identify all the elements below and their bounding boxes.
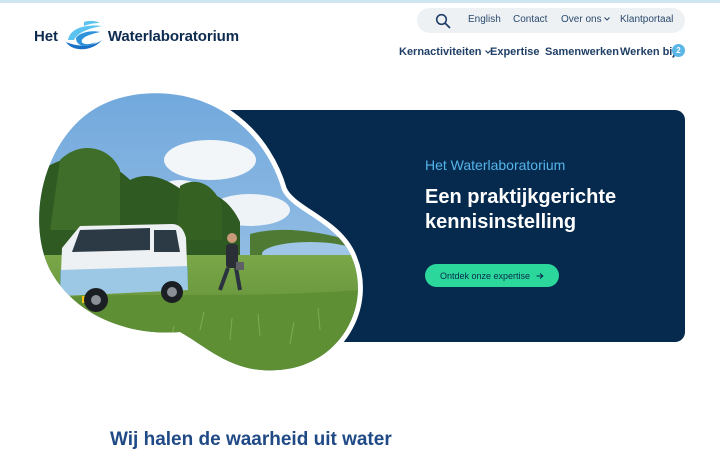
utility-link-over-ons[interactable]: Over ons (561, 14, 611, 25)
chevron-down-icon (603, 17, 610, 22)
nav-item-werken-bij[interactable]: Werken bij (620, 46, 675, 58)
hero-title: Een praktijkgerichte kennisinstelling (425, 186, 617, 233)
hero-eyebrow: Het Waterlaboratorium (425, 157, 566, 173)
search-icon[interactable] (435, 13, 451, 29)
arrow-right-icon (536, 272, 544, 279)
nav-item-samenwerken[interactable]: Samenwerken (545, 46, 619, 58)
site-logo[interactable]: Het Waterlaboratorium (34, 16, 239, 56)
hero-cta-button[interactable]: Ontdek onze expertise (425, 264, 559, 287)
section-heading: Wij halen de waarheid uit water (110, 429, 392, 450)
utility-link-contact[interactable]: Contact (513, 14, 547, 25)
nav-item-kernactiviteiten[interactable]: Kernactiviteiten (399, 46, 492, 58)
top-accent-line (0, 0, 720, 3)
nav-item-expertise[interactable]: Expertise (490, 46, 540, 58)
utility-link-klantportaal[interactable]: Klantportaal (620, 14, 673, 25)
utility-nav: English Contact Over ons Klantportaal (417, 8, 685, 33)
utility-link-english[interactable]: English (468, 14, 501, 25)
logo-word-het: Het (34, 27, 58, 45)
water-drop-swirl-icon (65, 20, 102, 50)
nav-item-kernactiviteiten-label: Kernactiviteiten (399, 46, 482, 58)
logo-word-waterlaboratorium: Waterlaboratorium (107, 27, 239, 45)
vacancy-count-badge: 2 (672, 44, 685, 57)
utility-link-over-ons-label: Over ons (561, 14, 602, 25)
hero-cta-label: Ontdek onze expertise (439, 270, 531, 281)
